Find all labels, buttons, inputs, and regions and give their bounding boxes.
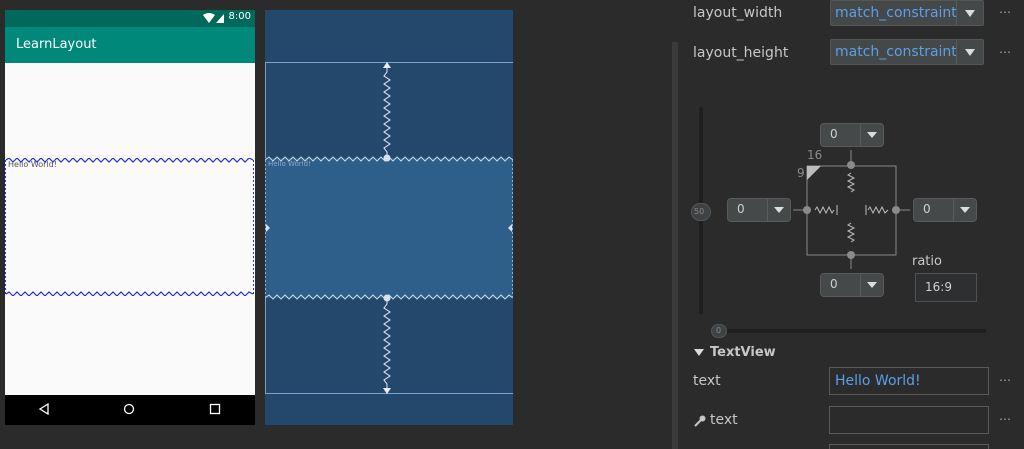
text-attribute-label: text [693,373,721,389]
layout-height-more-button[interactable]: ⋯ [999,45,1011,59]
layout-width-value: match_constraint [835,5,957,21]
textview-selection[interactable] [5,158,254,296]
bottom-constraint-spring [383,298,391,390]
layout-width-label: layout_width [693,5,783,21]
right-margin-dropdown[interactable]: 0 [913,198,977,222]
wifi-icon [203,13,215,23]
layout-width-dropdown[interactable]: match_constraint [830,0,984,26]
constraint-layout-preview[interactable]: Hello World! [5,63,255,395]
tools-text-attribute-field[interactable] [829,406,989,434]
status-time: 8:00 [228,11,251,22]
top-constraint-spring [383,66,391,158]
left-margin-dropdown[interactable]: 0 [727,198,791,222]
app-title: LearnLayout [16,37,97,52]
right-margin-value: 0 [923,202,931,216]
chevron-down-icon [767,199,790,221]
chevron-down-icon [860,124,883,146]
layout-width-more-button[interactable]: ⋯ [999,5,1011,19]
blueprint-view[interactable]: Hello World! [265,10,513,425]
wrench-icon [694,415,706,427]
ratio-height-value: 9 [797,166,805,180]
chevron-down-icon [956,40,983,64]
horizontal-bias-value: 0 [716,326,722,335]
ratio-label: ratio [912,254,942,269]
ratio-input[interactable]: 16:9 [915,273,977,302]
bottom-margin-value: 0 [830,277,838,291]
layout-height-dropdown[interactable]: match_constraint [830,39,984,65]
layout-height-value: match_constraint [835,44,957,60]
bottom-anchor [383,294,391,302]
chevron-down-icon [953,199,976,221]
text-more-button[interactable]: ⋯ [999,373,1011,387]
ratio-width-value: 16 [807,148,823,162]
tools-text-attribute-input[interactable] [830,407,988,433]
constraint-inspector [793,150,910,269]
textview-section-title: TextView [710,345,776,360]
status-icons [203,13,224,23]
inspector-bottom-anchor [847,251,855,259]
ratio-corner-icon [807,166,821,180]
vertical-bias-value: 50 [694,207,705,216]
collapse-triangle-icon[interactable] [693,347,705,359]
selection-bottom-edge [5,291,254,296]
inspector-top-spring [846,172,856,193]
tools-text-attribute-label: text [710,412,738,428]
tools-text-more-button[interactable]: ⋯ [999,412,1011,426]
chevron-down-icon [956,1,983,25]
status-bar: 8:00 [5,10,255,27]
back-icon [38,403,49,415]
inspector-right-anchor [892,206,900,214]
inspector-bottom-spring [846,222,856,243]
horizontal-bias-slider[interactable] [712,329,986,333]
inspector-left-anchor [803,206,811,214]
text-attribute-field[interactable] [829,367,989,395]
signal-icon [216,14,224,23]
left-margin-value: 0 [737,202,745,216]
text-attribute-input[interactable] [830,368,988,394]
chevron-down-icon [860,274,883,296]
ratio-value: 16:9 [925,280,952,294]
inspector-top-anchor [847,161,855,169]
inspector-right-spring [865,205,889,215]
layout-height-label: layout_height [693,45,789,61]
blueprint-textview [265,158,513,298]
hello-world-text[interactable]: Hello World! [8,160,57,169]
blueprint-textview-label: Hello World! [268,160,311,168]
design-preview: 8:00 LearnLayout Hello World! [5,10,255,425]
panel-splitter[interactable] [672,42,678,449]
inspector-left-spring [814,205,838,215]
top-margin-value: 0 [830,127,838,141]
next-attribute-field[interactable] [829,444,989,449]
home-icon [123,403,135,415]
top-margin-dropdown[interactable]: 0 [820,123,884,147]
app-bar: LearnLayout [5,27,255,63]
blueprint-canvas[interactable] [265,10,513,425]
top-anchor [383,154,391,162]
bottom-margin-dropdown[interactable]: 0 [820,273,884,297]
recent-apps-icon [209,403,221,415]
navigation-bar [5,395,255,425]
